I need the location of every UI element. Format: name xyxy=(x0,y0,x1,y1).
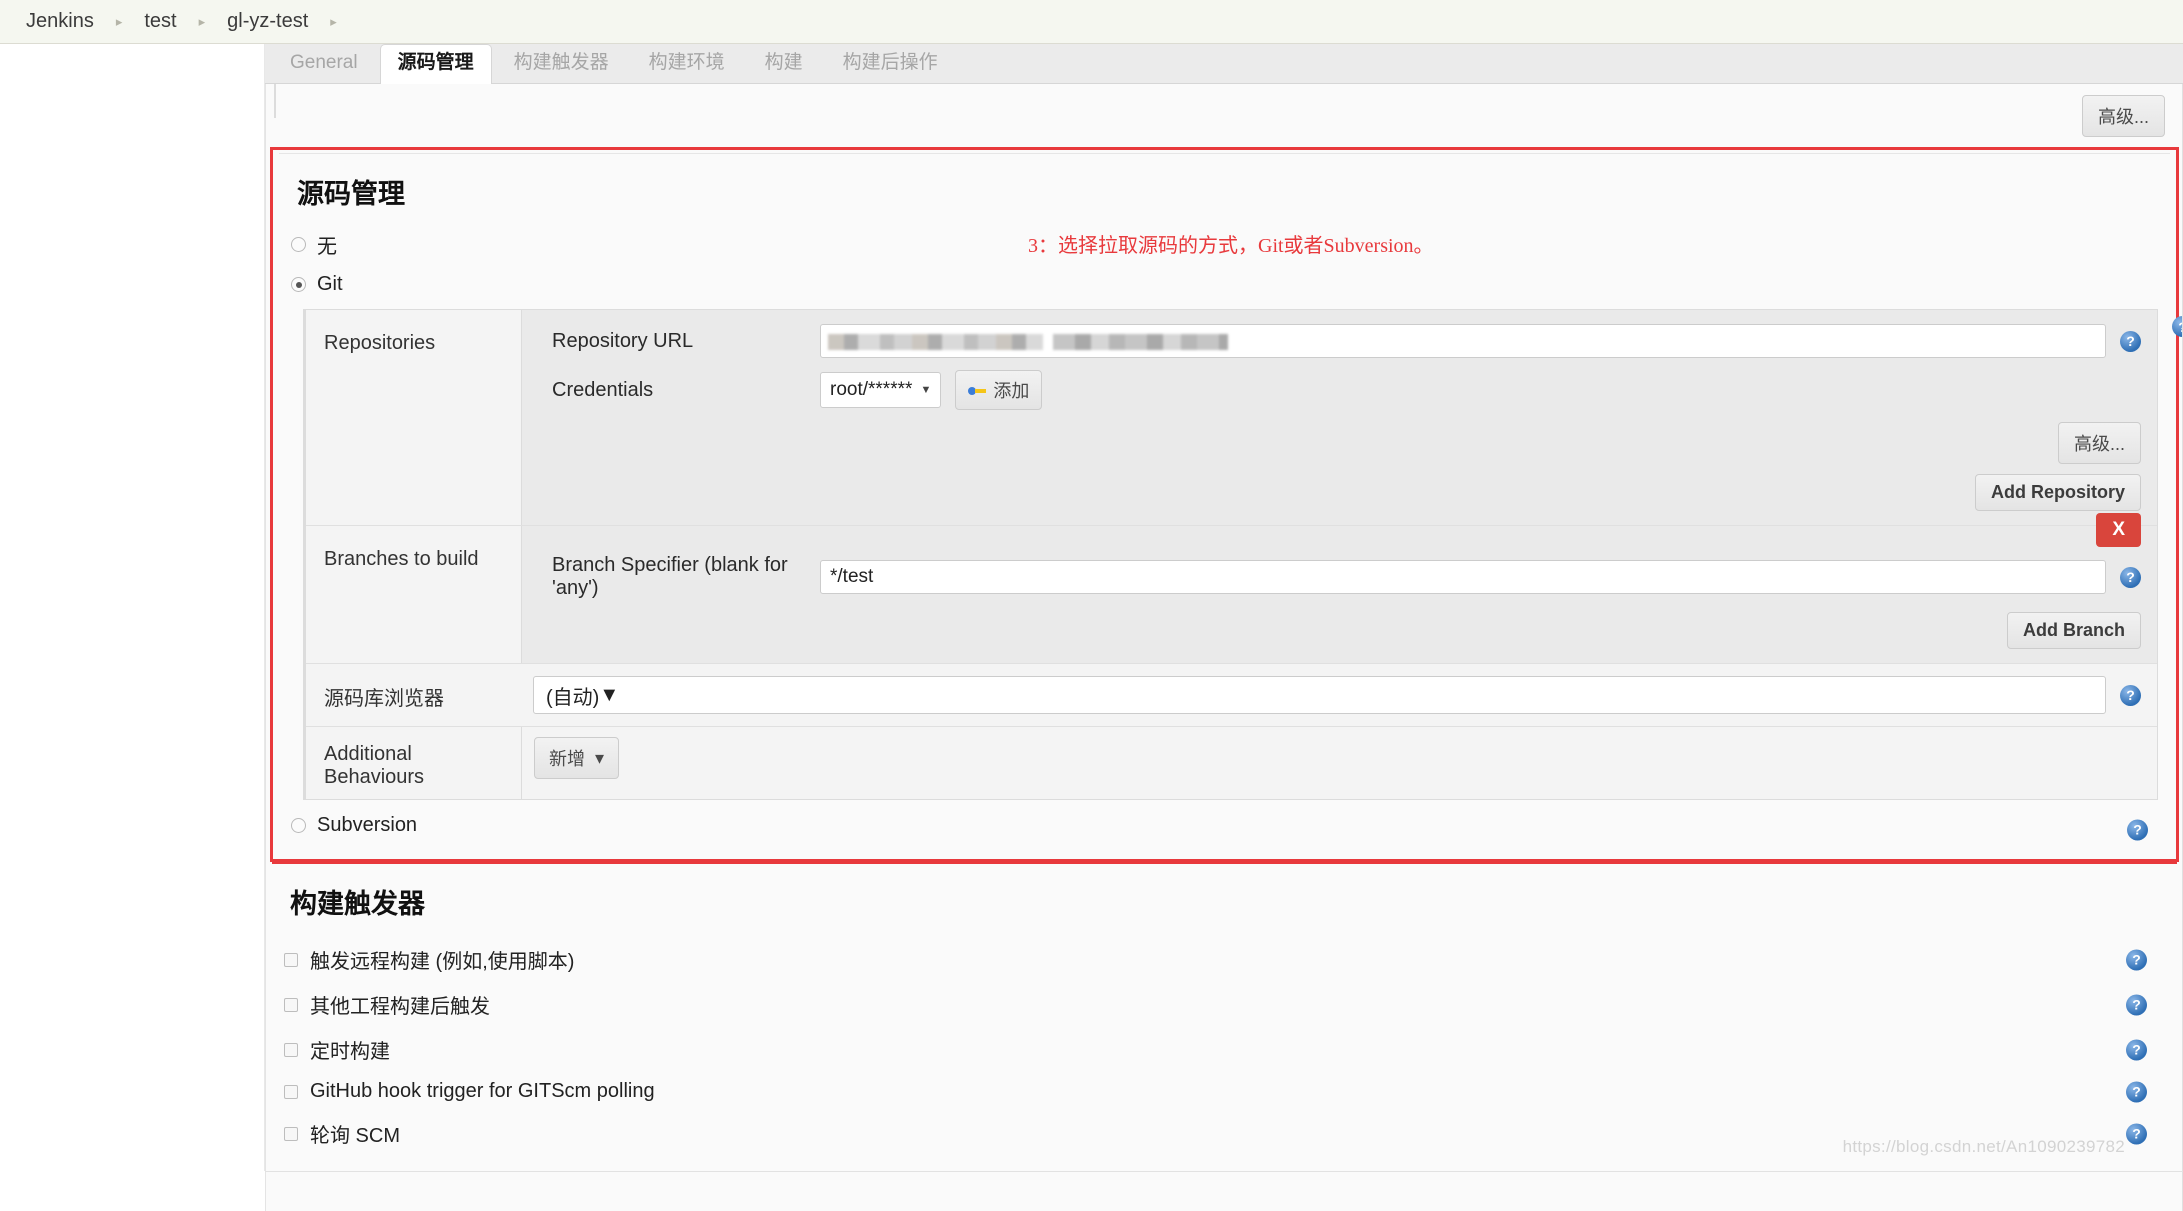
scm-option-none-row[interactable]: 无 3：选择拉取源码的方式，Git或者Subversion。 xyxy=(273,223,2176,266)
checkbox-remote-build-icon[interactable] xyxy=(284,952,298,967)
triggers-list: 触发远程构建 (例如,使用脚本) ? 其他工程构建后触发 ? 定时构建 ? Gi… xyxy=(266,933,2183,1156)
help-icon-branch-specifier[interactable]: ? xyxy=(2120,566,2141,588)
form-left-marker xyxy=(274,84,276,118)
credentials-selected-value: root/****** xyxy=(830,379,913,400)
breadcrumb-separator-icon: ▸ xyxy=(115,14,123,29)
repositories-body: ? Repository URL ? Credentials root/****… xyxy=(521,310,2183,525)
left-empty-column xyxy=(0,44,265,1171)
repo-browser-label: 源码库浏览器 xyxy=(324,688,444,710)
add-credentials-button[interactable]: 添加 xyxy=(955,370,1043,410)
add-branch-button[interactable]: Add Branch xyxy=(2006,612,2141,649)
help-icon-repository-url[interactable]: ? xyxy=(2120,330,2141,352)
branch-specifier-label: Branch Specifier (blank for 'any') xyxy=(552,554,788,599)
scm-option-git-label: Git xyxy=(317,273,343,295)
scm-section-title: 源码管理 xyxy=(279,153,2170,223)
help-icon-subversion[interactable]: ? xyxy=(2127,819,2148,840)
add-repository-button[interactable]: Add Repository xyxy=(1974,474,2141,511)
add-behaviour-label: 新增 xyxy=(549,749,585,769)
additional-behaviours-body: 新增 ▾ xyxy=(521,727,2157,799)
help-icon-repo-browser[interactable]: ? xyxy=(2120,684,2141,706)
help-icon-after-other-projects[interactable]: ? xyxy=(2126,994,2147,1015)
trigger-poll-scm-label: 轮询 SCM xyxy=(310,1125,400,1147)
key-icon xyxy=(968,384,987,397)
breadcrumb-item-jenkins[interactable]: Jenkins xyxy=(22,10,98,33)
radio-git-icon[interactable] xyxy=(291,277,306,292)
breadcrumb-separator-icon: ▸ xyxy=(198,14,206,29)
tab-post-build-actions[interactable]: 构建后操作 xyxy=(825,44,956,83)
trigger-remote-build-label: 触发远程构建 (例如,使用脚本) xyxy=(310,951,575,973)
additional-behaviours-row: Additional Behaviours 新增 ▾ xyxy=(306,727,2157,799)
branch-specifier-row: Branch Specifier (blank for 'any') ? xyxy=(552,554,2141,600)
delete-branch-button[interactable]: X xyxy=(2096,513,2141,547)
chevron-down-icon: ▼ xyxy=(599,683,620,706)
checkbox-scheduled-build-icon[interactable] xyxy=(284,1042,298,1057)
scm-option-git-row[interactable]: Git xyxy=(273,266,2176,303)
annotation-text: 3：选择拉取源码的方式，Git或者Subversion。 xyxy=(1028,235,1434,257)
git-config-block: Repositories ? Repository URL ? Credenti… xyxy=(303,309,2183,800)
config-form: 高级... 源码管理 无 3：选择拉取源码的方式，Git或者Subversion… xyxy=(265,84,2183,1211)
breadcrumb-separator-icon: ▸ xyxy=(330,14,337,29)
page-body: General 源码管理 构建触发器 构建环境 构建 构建后操作 高级... 源… xyxy=(0,44,2183,1211)
repo-browser-row: 源码库浏览器 (自动) ▼ ? xyxy=(306,664,2157,727)
tab-build-environment[interactable]: 构建环境 xyxy=(631,44,743,83)
branches-label: Branches to build xyxy=(324,548,479,570)
scm-highlight-box: 源码管理 无 3：选择拉取源码的方式，Git或者Subversion。 Git xyxy=(270,147,2183,862)
repo-browser-body: (自动) ▼ ? xyxy=(521,664,2157,726)
repository-advanced-button[interactable]: 高级... xyxy=(2057,422,2141,464)
additional-behaviours-label: Additional Behaviours xyxy=(324,743,425,788)
watermark: https://blog.csdn.net/An1090239782 xyxy=(1842,1137,2125,1156)
config-tab-bar: General 源码管理 构建触发器 构建环境 构建 构建后操作 xyxy=(265,44,2183,84)
help-icon-remote-build[interactable]: ? xyxy=(2126,949,2147,970)
repo-browser-selected-value: (自动) xyxy=(546,686,600,709)
credentials-label: Credentials xyxy=(552,378,654,401)
scm-option-none-label: 无 xyxy=(317,236,337,258)
trigger-after-other-projects-label: 其他工程构建后触发 xyxy=(310,996,490,1018)
tab-build[interactable]: 构建 xyxy=(747,44,821,83)
trigger-scheduled-build-row[interactable]: 定时构建 ? xyxy=(284,1027,2183,1072)
branches-body: X Branch Specifier (blank for 'any') ? A… xyxy=(521,513,2157,663)
breadcrumb-item-test[interactable]: test xyxy=(140,10,180,33)
repository-url-row: Repository URL ? xyxy=(552,324,2141,358)
repository-url-label: Repository URL xyxy=(552,329,694,352)
trigger-github-hook-label: GitHub hook trigger for GITScm polling xyxy=(310,1080,655,1102)
checkbox-after-other-projects-icon[interactable] xyxy=(284,997,298,1012)
scm-option-subversion-row[interactable]: Subversion ? xyxy=(273,800,2176,859)
repository-advanced-row: 高级... xyxy=(552,422,2141,464)
breadcrumb: Jenkins ▸ test ▸ gl-yz-test ▸ xyxy=(0,0,2183,44)
branches-row: Branches to build X Branch Specifier (bl… xyxy=(306,513,2157,664)
repo-browser-select[interactable]: (自动) ▼ xyxy=(533,676,2106,714)
chevron-down-icon: ▾ xyxy=(595,747,605,768)
radio-none-icon[interactable] xyxy=(291,237,306,252)
general-advanced-row: 高级... xyxy=(266,84,2183,147)
general-advanced-button[interactable]: 高级... xyxy=(2081,94,2165,137)
help-icon-poll-scm[interactable]: ? xyxy=(2126,1123,2147,1144)
checkbox-poll-scm-icon[interactable] xyxy=(284,1126,298,1141)
repositories-row: Repositories ? Repository URL ? Credenti… xyxy=(306,310,2183,526)
trigger-scheduled-build-label: 定时构建 xyxy=(310,1041,390,1063)
tab-general[interactable]: General xyxy=(272,44,376,83)
triggers-section-title: 构建触发器 xyxy=(272,862,2177,933)
breadcrumb-item-gl-yz-test[interactable]: gl-yz-test xyxy=(223,10,312,33)
tab-source-code-management[interactable]: 源码管理 xyxy=(379,44,492,84)
main-column: General 源码管理 构建触发器 构建环境 构建 构建后操作 高级... 源… xyxy=(265,44,2183,1211)
repositories-label: Repositories xyxy=(324,332,436,354)
repository-url-input[interactable] xyxy=(820,324,2106,358)
branch-specifier-input[interactable] xyxy=(820,560,2106,594)
credentials-row: Credentials root/****** ▼ 添加 xyxy=(552,370,2141,410)
help-icon-scheduled-build[interactable]: ? xyxy=(2126,1039,2147,1060)
scm-option-subversion-label: Subversion xyxy=(317,814,418,836)
trigger-github-hook-row[interactable]: GitHub hook trigger for GITScm polling ? xyxy=(284,1072,2183,1111)
tab-build-triggers[interactable]: 构建触发器 xyxy=(496,44,627,83)
add-branch-row: Add Branch xyxy=(552,612,2141,649)
credentials-select[interactable]: root/****** ▼ xyxy=(820,372,942,408)
add-repository-row: Add Repository xyxy=(552,474,2141,511)
chevron-down-icon: ▼ xyxy=(920,384,932,396)
trigger-after-other-projects-row[interactable]: 其他工程构建后触发 ? xyxy=(284,982,2183,1027)
trigger-remote-build-row[interactable]: 触发远程构建 (例如,使用脚本) ? xyxy=(284,937,2183,982)
add-behaviour-button[interactable]: 新增 ▾ xyxy=(534,737,620,779)
add-credentials-label: 添加 xyxy=(993,381,1030,401)
help-icon-github-hook[interactable]: ? xyxy=(2126,1081,2147,1102)
checkbox-github-hook-icon[interactable] xyxy=(284,1084,298,1099)
radio-subversion-icon[interactable] xyxy=(291,818,306,833)
